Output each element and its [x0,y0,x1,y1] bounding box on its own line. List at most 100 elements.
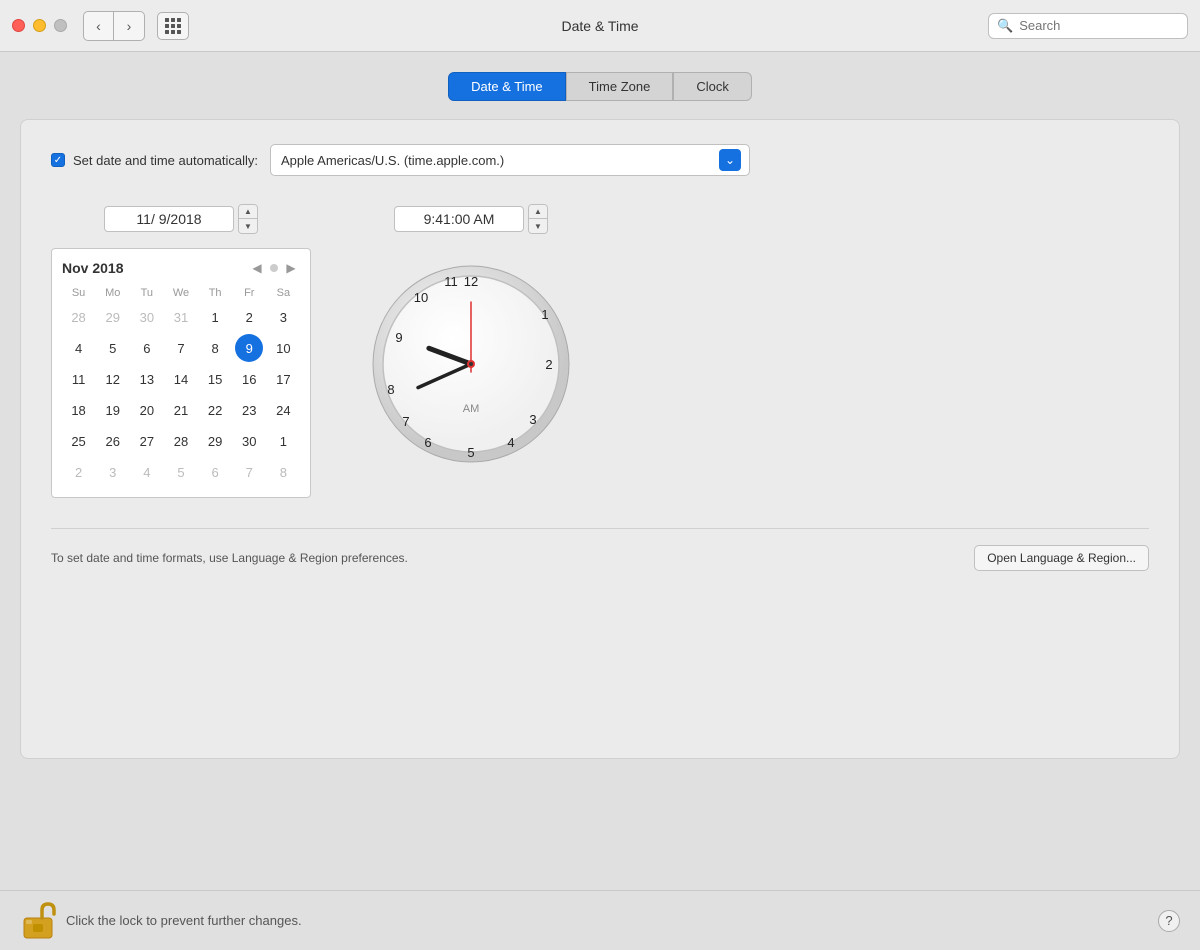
auto-set-checkbox[interactable]: ✓ [51,153,65,167]
calendar-day[interactable]: 13 [133,365,161,393]
svg-text:4: 4 [507,435,514,450]
calendar-day[interactable]: 7 [167,334,195,362]
lock-icon[interactable] [20,900,56,942]
calendar-day[interactable]: 5 [99,334,127,362]
calendar-day[interactable]: 16 [235,365,263,393]
calendar-next-button[interactable]: ▶ [282,259,300,277]
calendar-day[interactable]: 29 [99,303,127,331]
calendar-day[interactable]: 19 [99,396,127,424]
svg-text:5: 5 [467,445,474,460]
calendar-day[interactable]: 8 [269,458,297,486]
calendar-day[interactable]: 3 [269,303,297,331]
clock-svg: 12 1 2 3 4 5 6 7 8 9 10 11 AM [371,264,571,464]
search-input[interactable] [1019,18,1179,33]
calendar-day[interactable]: 8 [201,334,229,362]
checkmark-icon: ✓ [54,155,62,166]
svg-text:9: 9 [395,330,402,345]
navigation-buttons: ‹ › [83,11,145,41]
titlebar: ‹ › Date & Time 🔍 [0,0,1200,52]
calendar-day[interactable]: 4 [133,458,161,486]
search-icon: 🔍 [997,18,1013,34]
calendar-day[interactable]: 23 [235,396,263,424]
minimize-button[interactable] [33,19,46,32]
time-stepper-down[interactable]: ▼ [529,219,547,233]
tab-date-time[interactable]: Date & Time [448,72,566,101]
calendar-day[interactable]: 29 [201,427,229,455]
footer: Click the lock to prevent further change… [0,890,1200,950]
calendar-day[interactable]: 2 [235,303,263,331]
calendar-day-header: Fr [233,285,266,301]
date-input-row: 11/ 9/2018 ▲ ▼ [104,204,258,234]
calendar-day[interactable]: 4 [65,334,93,362]
tab-bar: Date & Time Time Zone Clock [20,72,1180,101]
time-stepper-up[interactable]: ▲ [529,205,547,219]
calendar-day[interactable]: 3 [99,458,127,486]
calendar-day[interactable]: 18 [65,396,93,424]
forward-button[interactable]: › [114,12,144,40]
calendar-day-header: Tu [130,285,163,301]
calendar-day[interactable]: 28 [65,303,93,331]
calendar-prev-button[interactable]: ◀ [248,259,266,277]
time-input[interactable]: 9:41:00 AM [394,206,524,232]
date-input[interactable]: 11/ 9/2018 [104,206,234,232]
grid-view-button[interactable] [157,12,189,40]
date-stepper-down[interactable]: ▼ [239,219,257,233]
calendar-day[interactable]: 30 [133,303,161,331]
date-stepper[interactable]: ▲ ▼ [238,204,258,234]
tab-clock[interactable]: Clock [673,72,752,101]
server-dropdown[interactable]: Apple Americas/U.S. (time.apple.com.) ⌄ [270,144,750,176]
calendar-day[interactable]: 7 [235,458,263,486]
calendar-day[interactable]: 26 [99,427,127,455]
back-button[interactable]: ‹ [84,12,114,40]
calendar: Nov 2018 ◀ ▶ SuMoTuWeThFrSa2829303112345… [51,248,311,498]
help-button[interactable]: ? [1158,910,1180,932]
calendar-dot-icon [270,264,278,272]
calendar-day[interactable]: 10 [269,334,297,362]
svg-text:1: 1 [541,307,548,322]
calendar-day[interactable]: 24 [269,396,297,424]
calendar-day[interactable]: 1 [201,303,229,331]
auto-set-label: Set date and time automatically: [73,153,258,168]
calendar-day[interactable]: 28 [167,427,195,455]
calendar-day[interactable]: 21 [167,396,195,424]
grid-icon [165,18,181,34]
search-box[interactable]: 🔍 [988,13,1188,39]
calendar-day-header: Mo [96,285,129,301]
calendar-day-header: Th [199,285,232,301]
calendar-day[interactable]: 20 [133,396,161,424]
date-stepper-up[interactable]: ▲ [239,205,257,219]
calendar-day[interactable]: 6 [133,334,161,362]
svg-text:10: 10 [414,290,428,305]
calendar-day[interactable]: 30 [235,427,263,455]
auto-set-row: ✓ Set date and time automatically: Apple… [51,144,1149,176]
clock-face: 12 1 2 3 4 5 6 7 8 9 10 11 AM [371,264,571,464]
maximize-button[interactable] [54,19,67,32]
tab-time-zone[interactable]: Time Zone [566,72,674,101]
calendar-day[interactable]: 15 [201,365,229,393]
calendar-day[interactable]: 27 [133,427,161,455]
svg-text:12: 12 [464,274,478,289]
svg-text:AM: AM [463,403,480,415]
calendar-day[interactable]: 17 [269,365,297,393]
calendar-day[interactable]: 5 [167,458,195,486]
calendar-day[interactable]: 6 [201,458,229,486]
time-column: 9:41:00 AM ▲ ▼ [371,204,571,498]
auto-set-checkbox-wrapper[interactable]: ✓ Set date and time automatically: [51,153,258,168]
calendar-day[interactable]: 2 [65,458,93,486]
time-stepper[interactable]: ▲ ▼ [528,204,548,234]
calendar-nav: ◀ ▶ [248,259,300,277]
calendar-month-label: Nov 2018 [62,260,123,276]
open-region-button[interactable]: Open Language & Region... [974,545,1149,571]
calendar-day[interactable]: 22 [201,396,229,424]
server-value: Apple Americas/U.S. (time.apple.com.) [281,153,711,168]
lock-text: Click the lock to prevent further change… [66,913,302,928]
close-button[interactable] [12,19,25,32]
calendar-day[interactable]: 1 [269,427,297,455]
calendar-day[interactable]: 9 [235,334,263,362]
calendar-day[interactable]: 11 [65,365,93,393]
calendar-day[interactable]: 12 [99,365,127,393]
calendar-day[interactable]: 14 [167,365,195,393]
main-content: Date & Time Time Zone Clock ✓ Set date a… [0,52,1200,890]
calendar-day[interactable]: 25 [65,427,93,455]
calendar-day[interactable]: 31 [167,303,195,331]
